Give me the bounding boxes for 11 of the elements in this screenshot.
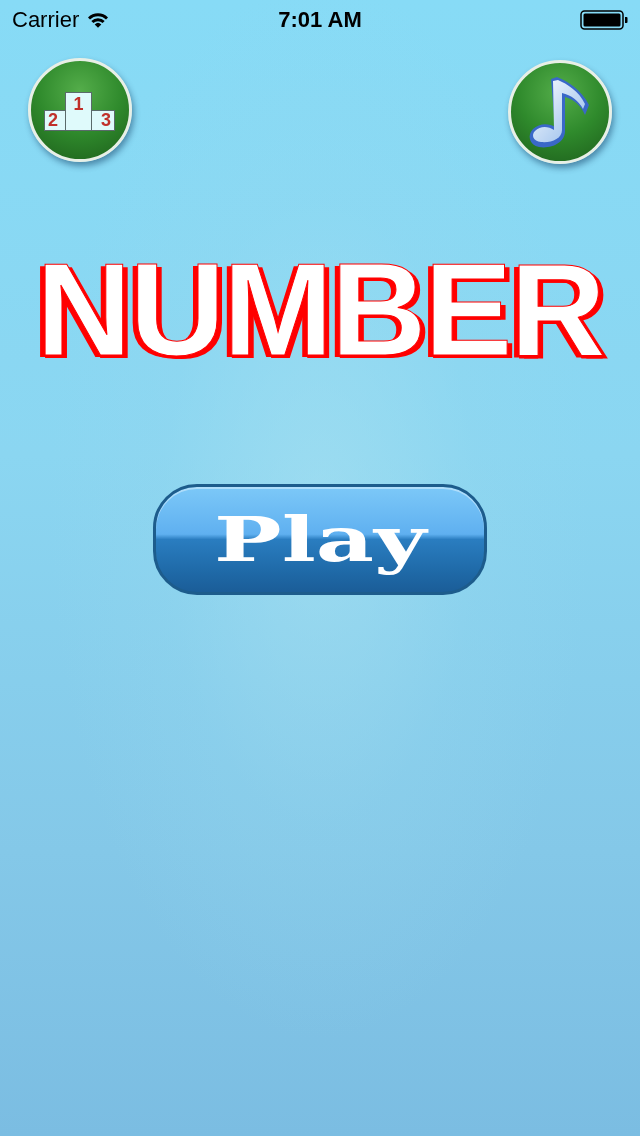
play-button[interactable]: Play bbox=[153, 484, 487, 595]
status-time: 7:01 AM bbox=[278, 9, 362, 31]
carrier-name: Carrier bbox=[12, 9, 80, 31]
game-title: NUMBER bbox=[36, 250, 604, 370]
podium-step: 2 bbox=[44, 109, 66, 131]
podium-step: 1 bbox=[65, 91, 92, 131]
wifi-icon bbox=[87, 12, 110, 28]
podium-step: 3 bbox=[91, 109, 115, 131]
battery-icon bbox=[580, 10, 628, 30]
leaderboard-button[interactable]: 2 1 3 bbox=[28, 58, 132, 162]
music-button[interactable] bbox=[508, 60, 612, 164]
